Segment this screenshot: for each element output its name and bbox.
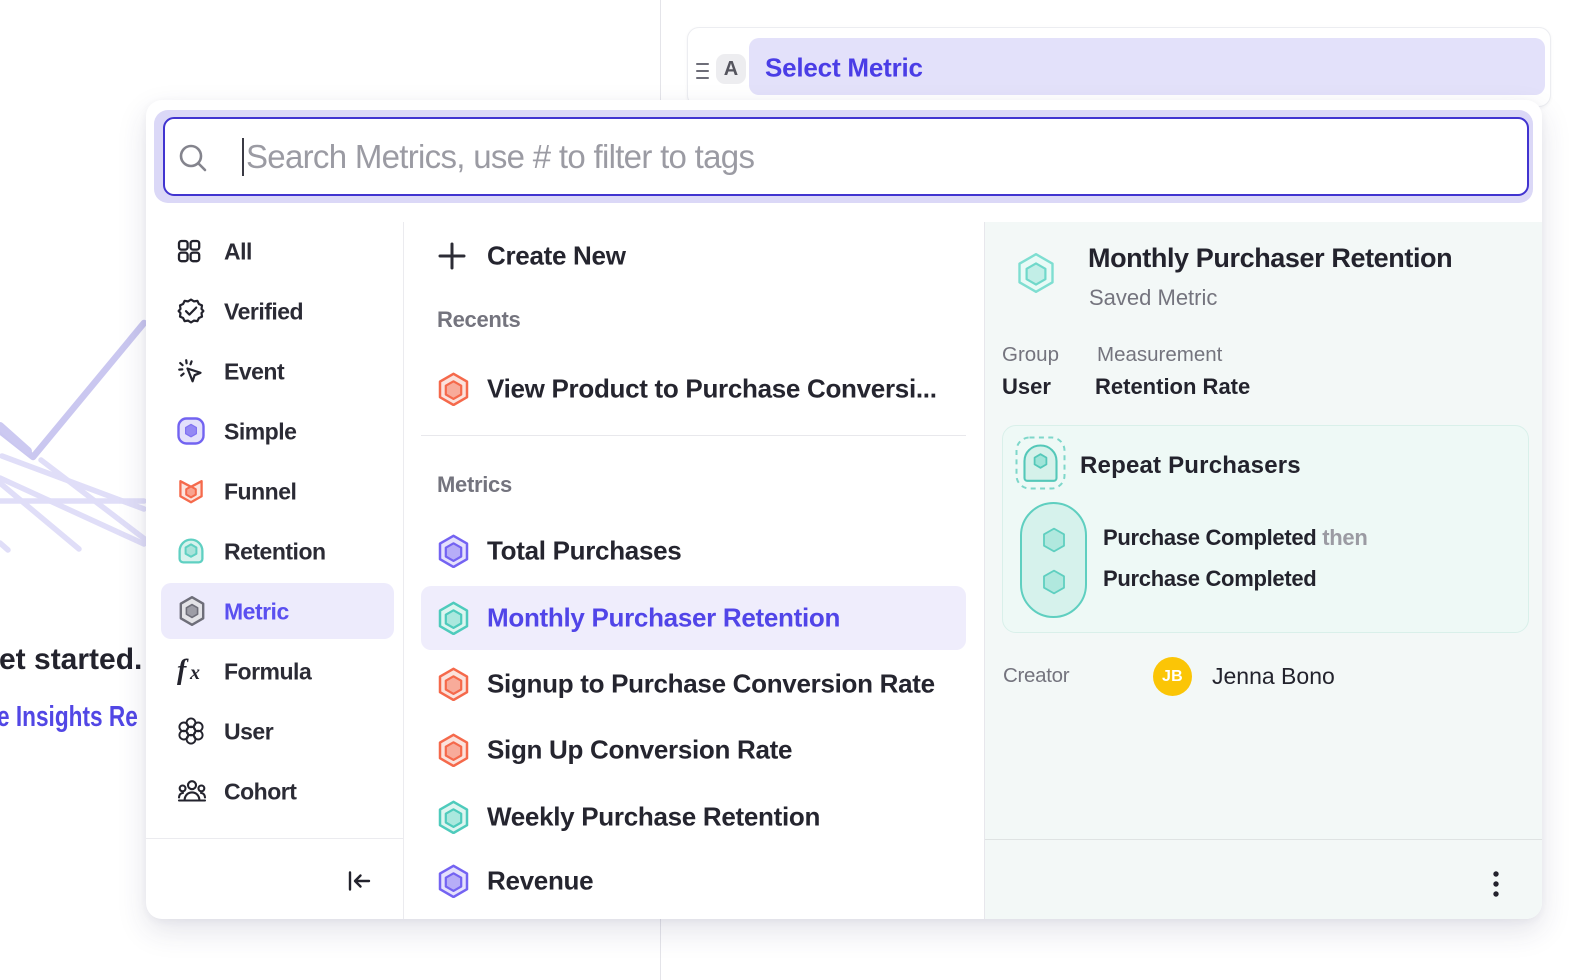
svg-text:f: f [177,656,189,686]
svg-text:x: x [189,662,200,684]
